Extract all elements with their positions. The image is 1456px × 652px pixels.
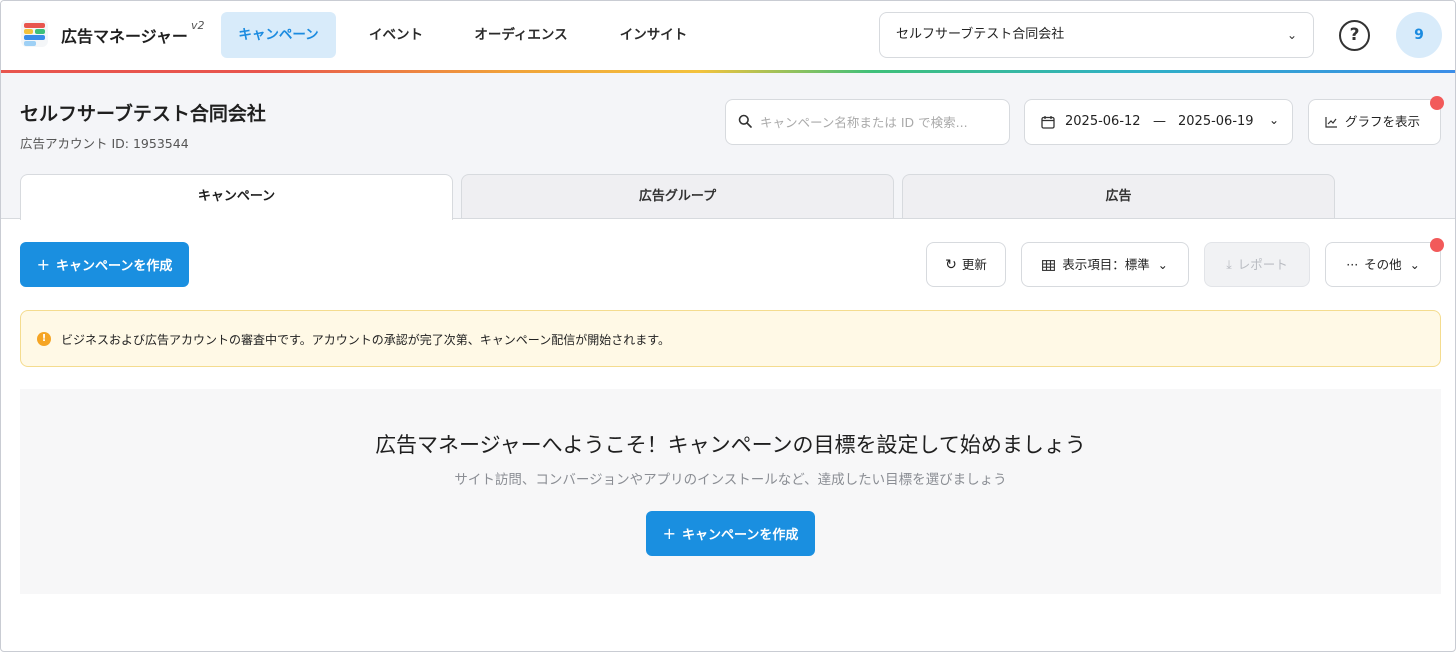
ellipsis-icon: ··· (1346, 257, 1359, 272)
app-version: v2 (191, 19, 205, 32)
table-icon (1042, 260, 1056, 271)
app-window: 広告マネージャー v2 キャンペーン イベント オーディエンス インサイト セル… (0, 0, 1456, 652)
report-button[interactable]: ⤓ レポート (1204, 242, 1310, 287)
active-tab-cover (21, 217, 452, 220)
create-campaign-label: キャンペーンを作成 (56, 259, 173, 274)
more-button[interactable]: ··· その他 ⌄ (1325, 242, 1441, 287)
chevron-down-icon: ⌄ (1286, 28, 1297, 42)
chevron-down-icon: ⌄ (1409, 258, 1420, 272)
date-separator: — (1153, 114, 1166, 129)
nav-tab-audience[interactable]: オーディエンス (456, 12, 586, 58)
refresh-icon: ↻ (945, 257, 957, 273)
line-chart-icon (1325, 117, 1337, 128)
company-select-value: セルフサーブテスト合同会社 (896, 27, 1065, 42)
notice-text: ビジネスおよび広告アカウントの審査中です。アカウントの承認が完了次第、キャンペー… (61, 333, 671, 347)
plus-icon: + (662, 524, 677, 543)
columns-button[interactable]: 表示項目：標準 ⌄ (1021, 242, 1189, 287)
plus-icon: + (36, 255, 51, 274)
notification-dot (1430, 238, 1444, 252)
notification-dot (1430, 96, 1444, 110)
refresh-label: 更新 (961, 257, 987, 272)
nav-tab-event[interactable]: イベント (351, 12, 441, 58)
search-icon (738, 114, 752, 128)
tab-ad-group[interactable]: 広告グループ (461, 174, 894, 219)
app-name: 広告マネージャー (61, 27, 188, 46)
date-end: 2025-06-19 (1178, 114, 1254, 129)
tab-ad[interactable]: 広告 (902, 174, 1335, 219)
tab-campaign[interactable]: キャンペーン (20, 174, 453, 220)
more-label: その他 (1364, 257, 1402, 272)
calendar-icon (1041, 116, 1055, 129)
welcome-create-label: キャンペーンを作成 (682, 528, 799, 543)
welcome-subtitle: サイト訪問、コンバージョンやアプリのインストールなど、達成したい目標を選びましょ… (454, 472, 1007, 488)
avatar[interactable]: 9 (1396, 12, 1442, 58)
chevron-down-icon: ⌄ (1269, 113, 1280, 127)
account-id: 広告アカウント ID: 1953544 (20, 136, 189, 151)
columns-label: 表示項目：標準 (1062, 257, 1150, 272)
search-box[interactable] (725, 99, 1010, 145)
search-input[interactable] (760, 110, 1000, 134)
date-start: 2025-06-12 (1065, 114, 1141, 129)
show-graph-button[interactable]: グラフを表示 (1308, 99, 1441, 145)
refresh-button[interactable]: ↻ 更新 (926, 242, 1006, 287)
review-notice: ! ビジネスおよび広告アカウントの審査中です。アカウントの承認が完了次第、キャン… (20, 310, 1441, 367)
help-icon[interactable]: ? (1339, 20, 1370, 51)
show-graph-label: グラフを表示 (1345, 114, 1421, 129)
chevron-down-icon: ⌄ (1157, 258, 1168, 272)
create-campaign-button[interactable]: + キャンペーンを作成 (20, 242, 189, 287)
company-select[interactable]: セルフサーブテスト合同会社 ⌄ (879, 12, 1314, 58)
nav-tab-insight[interactable]: インサイト (601, 12, 706, 58)
report-label: レポート (1237, 257, 1288, 272)
welcome-title: 広告マネージャーへようこそ！キャンペーンの目標を設定して始めましょう (375, 433, 1086, 457)
warning-icon: ! (37, 332, 51, 346)
download-icon: ⤓ (1226, 257, 1232, 272)
top-navigation: 広告マネージャー v2 キャンペーン イベント オーディエンス インサイト セル… (1, 1, 1455, 71)
date-range-picker[interactable]: 2025-06-12 — 2025-06-19 ⌄ (1024, 99, 1293, 145)
welcome-panel: 広告マネージャーへようこそ！キャンペーンの目標を設定して始めましょう サイト訪問… (20, 389, 1441, 594)
account-name: セルフサーブテスト合同会社 (20, 103, 266, 125)
welcome-create-campaign-button[interactable]: + キャンペーンを作成 (646, 511, 815, 556)
nav-tab-campaign[interactable]: キャンペーン (221, 12, 336, 58)
app-logo-icon (21, 20, 48, 47)
